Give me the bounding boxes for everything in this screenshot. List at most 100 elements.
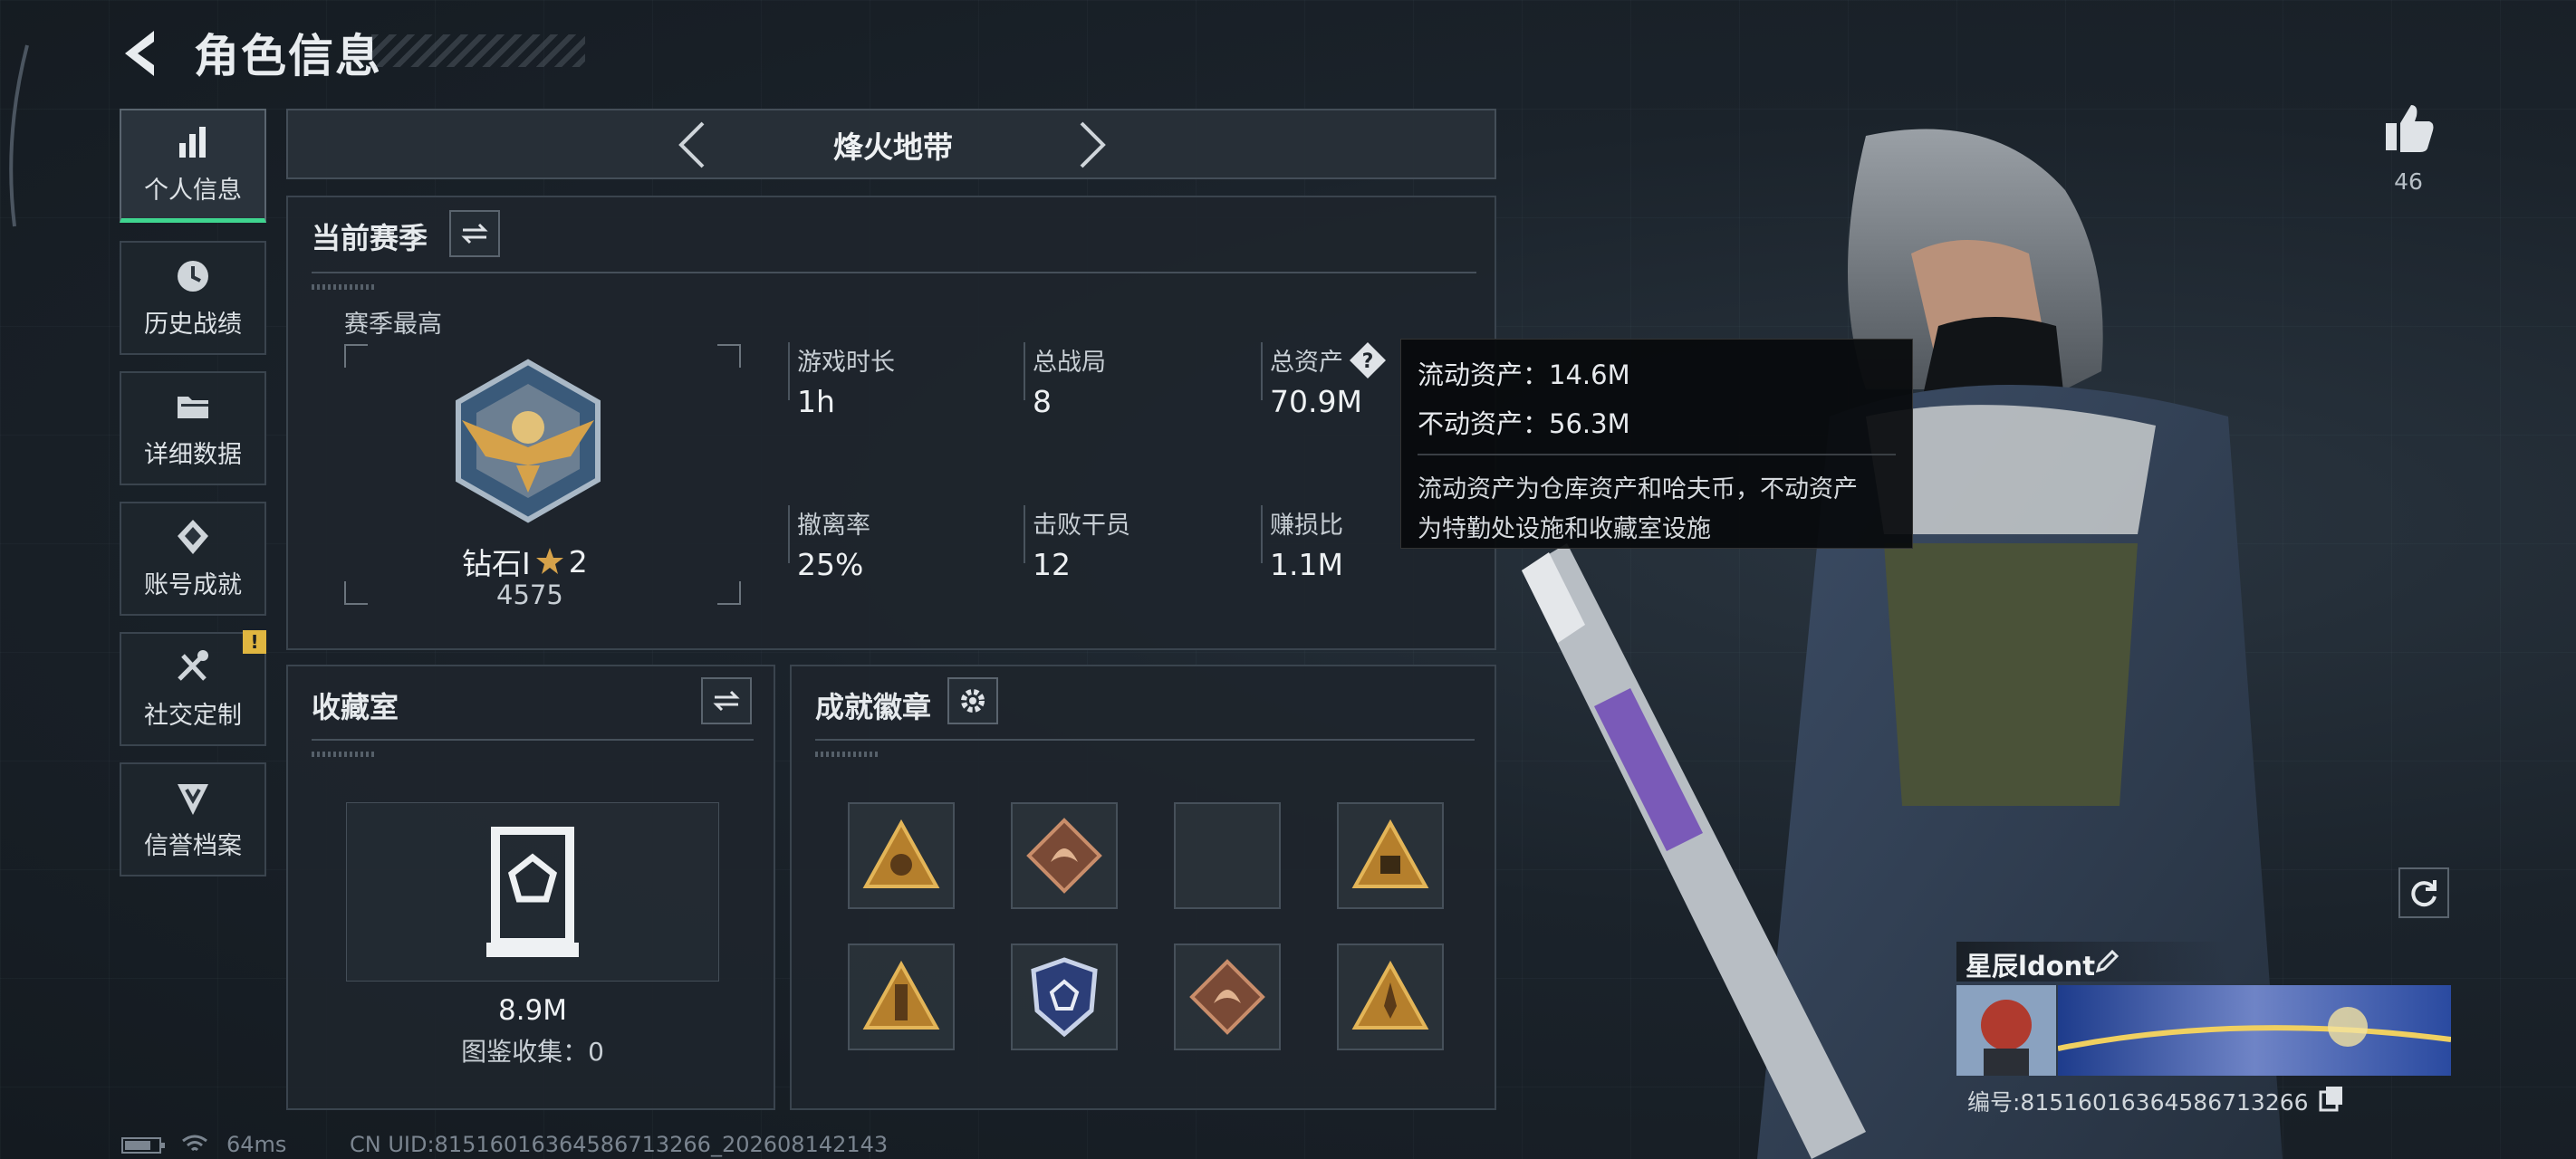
shield-emblem-icon <box>1031 957 1098 1038</box>
ping-text: 64ms <box>226 1132 287 1157</box>
banner-image <box>2058 985 2451 1076</box>
rank-name: 钻石I <box>462 546 531 581</box>
catalog-count: 图鉴收集：0 <box>461 1037 604 1067</box>
badge-slot[interactable] <box>1337 943 1444 1050</box>
badge-slot[interactable] <box>1011 802 1118 909</box>
nav-item-history[interactable]: 历史战绩 <box>120 241 266 355</box>
player-id: 编号:8151601636458671326​6 <box>1967 1089 2309 1116</box>
stat-separator <box>1024 505 1025 563</box>
badges-divider <box>815 739 1475 741</box>
star-icon <box>535 548 563 574</box>
hatch-decoration <box>815 752 879 757</box>
badge-slot[interactable] <box>848 943 955 1050</box>
player-name: 星辰ldont <box>1966 951 2096 982</box>
rank-line: 钻石I 2 <box>462 540 588 583</box>
swap-icon <box>461 223 488 244</box>
season-title: 当前赛季 <box>312 221 428 255</box>
collection-value: 8.9M <box>497 994 568 1027</box>
badge-slot[interactable] <box>1011 943 1118 1050</box>
badges-settings-button[interactable] <box>947 677 998 724</box>
stat-value-profit-ratio: 1.1M <box>1270 547 1343 582</box>
nav-item-achievements[interactable]: 账号成就 <box>120 502 266 616</box>
back-arrow-icon[interactable] <box>118 27 163 80</box>
nav-item-detailed-data[interactable]: 详细数据 <box>120 371 266 485</box>
stat-separator <box>788 505 790 563</box>
tooltip-divider <box>1418 454 1896 455</box>
help-icon[interactable]: ? <box>1348 340 1388 380</box>
achievement-icon <box>178 519 208 554</box>
triangle-emblem-icon <box>862 819 940 888</box>
wifi-icon <box>182 1135 207 1152</box>
stat-label-total-matches: 总战局 <box>1033 349 1106 377</box>
stat-value-kills: 12 <box>1033 547 1071 582</box>
season-best-label: 赛季最高 <box>344 311 442 339</box>
badges-title: 成就徽章 <box>815 690 932 724</box>
stat-label-playtime: 游戏时长 <box>797 349 895 377</box>
season-switch-button[interactable] <box>449 210 500 257</box>
name-card-banner[interactable] <box>2058 985 2451 1076</box>
nav-label: 详细数据 <box>144 440 242 469</box>
gear-icon <box>961 689 985 713</box>
hatch-decoration <box>312 752 375 757</box>
current-season-panel: 当前赛季 赛季最高 钻石I 2 4575 游戏时长 1h 总战局 8 总资产 ?… <box>286 196 1496 650</box>
nav-item-personal-info[interactable]: 个人信息 <box>120 109 266 223</box>
collection-divider <box>312 739 754 741</box>
triangle-58-emblem-icon <box>1351 819 1429 888</box>
tooltip-desc-line2: 为特勤处设施和收藏室设施 <box>1418 515 1711 543</box>
rank-score: 4575 <box>496 580 563 610</box>
frame-corner <box>344 344 368 368</box>
triangle-rocket-emblem-icon <box>1351 961 1429 1030</box>
copy-icon[interactable] <box>2319 1085 2344 1112</box>
display-case-icon <box>486 827 579 957</box>
uid-text: CN UID:8151601636458671326​6_20260814214… <box>350 1132 889 1157</box>
swap-icon <box>713 690 740 712</box>
dragon-emblem-icon <box>1189 959 1265 1035</box>
like-count: 46 <box>2394 168 2423 195</box>
edge-arc-decoration <box>9 44 29 227</box>
alert-badge: ! <box>243 630 266 654</box>
stat-value-extraction-rate: 25% <box>797 547 864 582</box>
mode-selector-bar: 烽火地带 <box>286 109 1496 179</box>
dragon-emblem-icon <box>1026 818 1102 894</box>
page-title: 角色信息 <box>194 30 382 82</box>
achievement-badges-panel: 成就徽章 <box>790 665 1496 1110</box>
bar-chart-icon <box>179 127 206 158</box>
badge-slot-empty[interactable] <box>1174 802 1281 909</box>
thumbs-up-icon[interactable] <box>2382 101 2437 154</box>
next-mode-arrow-icon[interactable] <box>1072 118 1112 172</box>
triangle-tower-emblem-icon <box>862 961 940 1030</box>
edit-pencil-icon[interactable] <box>2094 947 2121 974</box>
stat-label-total-assets: 总资产 <box>1270 349 1343 377</box>
diamond-rank-eagle-icon <box>456 359 601 523</box>
collection-title: 收藏室 <box>312 690 399 724</box>
nav-item-credit-record[interactable]: 信誉档案 <box>120 762 266 876</box>
stat-label-kills: 击败干员 <box>1033 512 1130 540</box>
refresh-button[interactable] <box>2398 867 2449 918</box>
badge-slot[interactable] <box>1174 943 1281 1050</box>
season-divider <box>312 272 1476 273</box>
stat-label-profit-ratio: 赚损比 <box>1270 512 1343 540</box>
nav-label: 账号成就 <box>144 570 242 599</box>
stat-separator <box>788 342 790 400</box>
avatar[interactable] <box>1956 985 2056 1076</box>
stat-separator <box>1261 505 1263 563</box>
history-icon <box>178 260 208 292</box>
nav-label: 信誉档案 <box>144 831 242 860</box>
rank-stars: 2 <box>568 543 588 580</box>
assets-tooltip: 流动资产：14.6M 不动资产：56.3M 流动资产为仓库资产和哈夫币，不动资产… <box>1400 339 1913 549</box>
tooltip-desc-line1: 流动资产为仓库资产和哈夫币，不动资产 <box>1418 475 1858 503</box>
credit-icon <box>178 783 208 815</box>
frame-corner <box>717 344 741 368</box>
refresh-icon <box>2411 880 2437 907</box>
collection-preview-frame[interactable] <box>346 802 719 982</box>
badge-slot[interactable] <box>1337 802 1444 909</box>
hatch-decoration <box>312 284 375 290</box>
mode-title: 烽火地带 <box>833 129 953 165</box>
title-hatch-decoration <box>371 34 585 67</box>
badge-slot[interactable] <box>848 802 955 909</box>
avatar-image <box>1956 985 2056 1076</box>
svg-text:?: ? <box>1362 350 1374 373</box>
stat-value-playtime: 1h <box>797 384 835 419</box>
collection-switch-button[interactable] <box>701 677 752 724</box>
tools-icon <box>178 649 208 681</box>
